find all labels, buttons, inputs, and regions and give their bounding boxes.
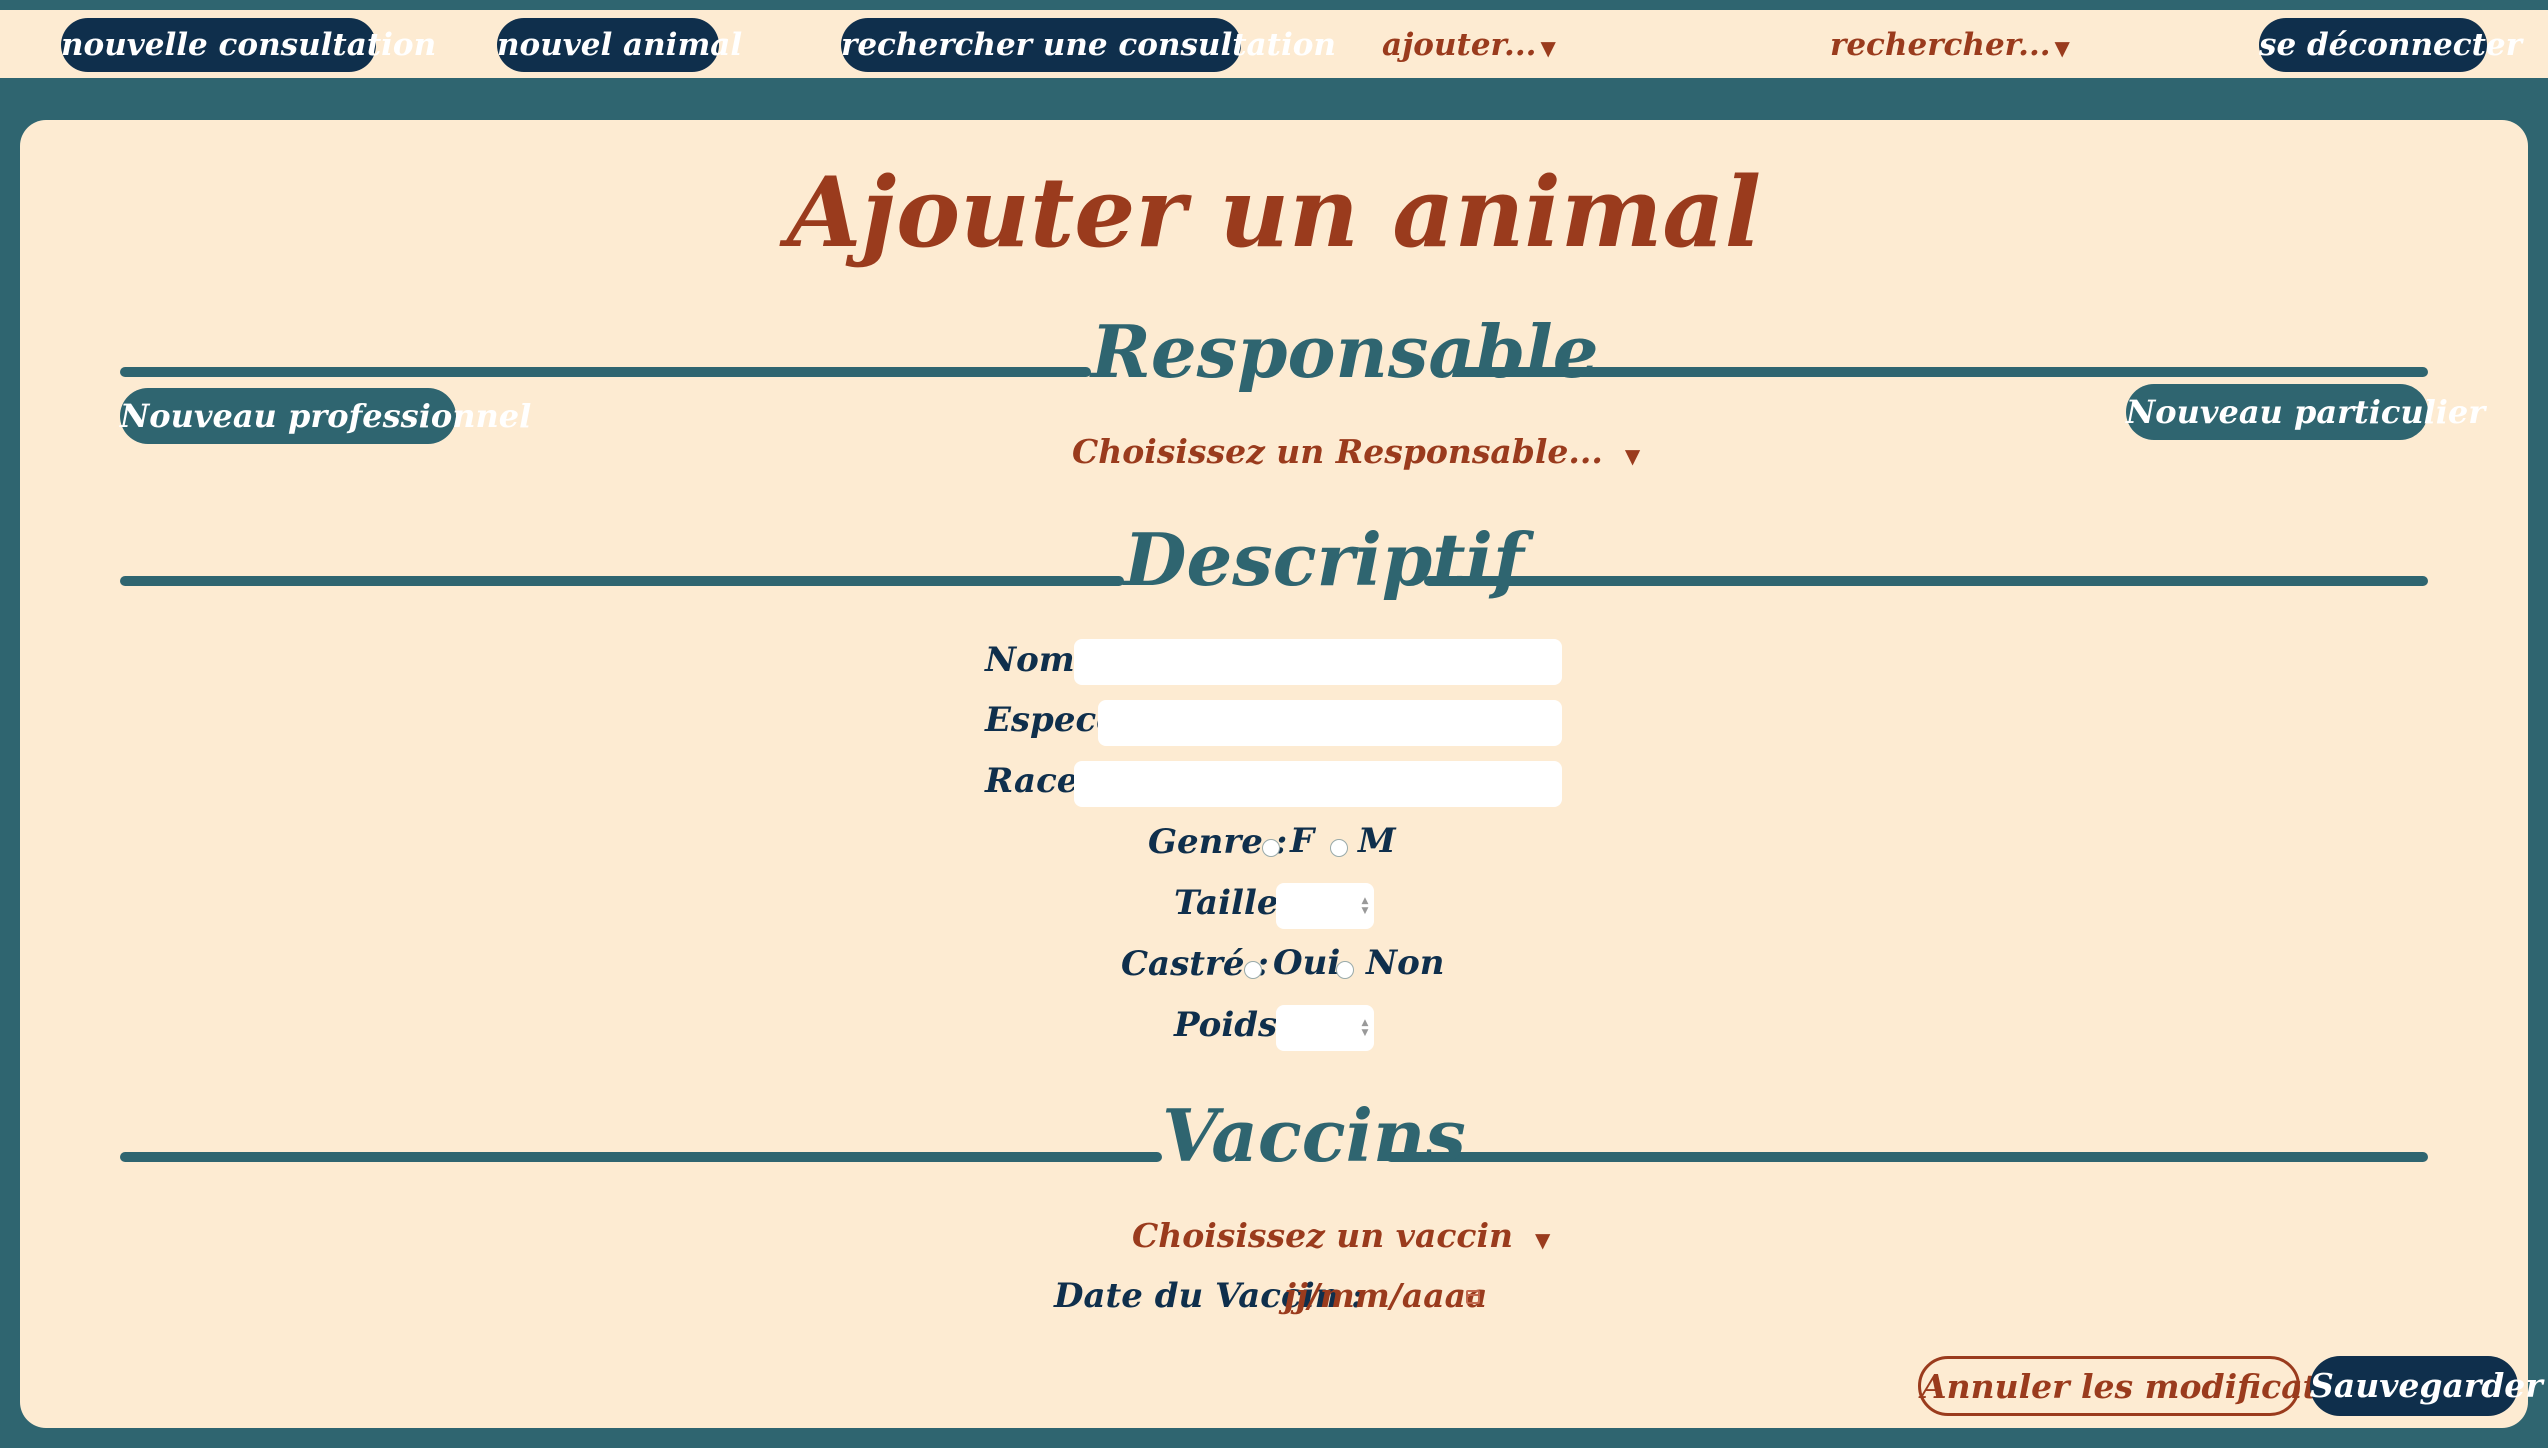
section-divider — [1424, 576, 2428, 586]
add-animal-card: Ajouter un animal Responsable Nouveau pr… — [20, 120, 2543, 1428]
top-border — [0, 0, 2548, 10]
vaccine-date-input[interactable]: jj/mm/aaaa — [1284, 1276, 1487, 1315]
save-button[interactable]: Sauvegarder — [2310, 1356, 2543, 1416]
neutered-no-label: Non — [1366, 943, 1445, 983]
name-input[interactable] — [1074, 639, 1562, 685]
responsable-select[interactable]: Choisissez un Responsable... ▼ — [1072, 432, 1640, 471]
neutered-yes-radio[interactable] — [1244, 961, 1262, 979]
nav-search-dropdown[interactable]: rechercher... ▼ — [1830, 18, 2070, 72]
vaccine-select-value: Choisissez un vaccin — [1132, 1216, 1514, 1255]
nav-new-consultation-button[interactable]: nouvelle consultation — [61, 18, 436, 72]
nav-search-consultation-button[interactable]: rechercher une consultation — [841, 18, 1336, 72]
top-nav-bar: nouvelle consultation nouvel animal rech… — [0, 10, 2548, 78]
nav-add-dropdown[interactable]: ajouter... ▼ — [1382, 18, 1556, 72]
gender-m-radio[interactable] — [1330, 839, 1348, 857]
dropdown-arrow-icon: ▼ — [2054, 36, 2070, 60]
section-title-vaccins: Vaccins — [1162, 1093, 1466, 1178]
section-divider — [1386, 1152, 2428, 1162]
calendar-icon[interactable] — [1466, 1290, 1480, 1304]
spinner-icon[interactable]: ▲ ▼ — [1360, 896, 1370, 916]
gender-m-label: M — [1358, 821, 1396, 861]
responsable-select-value: Choisissez un Responsable... — [1072, 432, 1603, 471]
dropdown-arrow-icon: ▼ — [1535, 1228, 1551, 1252]
dropdown-arrow-icon: ▼ — [1540, 36, 1556, 60]
section-divider — [120, 1152, 1162, 1162]
dropdown-arrow-icon: ▼ — [1624, 444, 1641, 468]
species-input[interactable] — [1098, 700, 1562, 746]
neutered-no-radio[interactable] — [1336, 961, 1354, 979]
section-title-responsable: Responsable — [1091, 309, 1599, 394]
weight-input[interactable]: ▲ ▼ — [1276, 1005, 1374, 1051]
section-divider — [1457, 367, 2428, 377]
logout-button[interactable]: se déconnecter — [2259, 18, 2522, 72]
page-title: Ajouter un animal — [786, 156, 1762, 269]
section-title-descriptif: Descriptif — [1124, 517, 1524, 602]
nav-search-label: rechercher... — [1830, 27, 2051, 63]
vaccine-select[interactable]: Choisissez un vaccin ▼ — [1132, 1216, 1550, 1255]
breed-input[interactable] — [1074, 761, 1562, 807]
gender-f-label: F — [1290, 821, 1315, 861]
spinner-icon[interactable]: ▲ ▼ — [1360, 1018, 1370, 1038]
section-divider — [120, 367, 1091, 377]
cancel-changes-button[interactable]: Annuler les modifications — [1918, 1356, 2395, 1416]
nav-add-label: ajouter... — [1382, 27, 1537, 63]
gender-f-radio[interactable] — [1262, 839, 1280, 857]
section-divider — [120, 576, 1124, 586]
new-professional-button[interactable]: Nouveau professionnel — [120, 388, 531, 444]
neutered-yes-label: Oui — [1273, 943, 1341, 983]
nav-new-animal-button[interactable]: nouvel animal — [497, 18, 742, 72]
new-private-owner-button[interactable]: Nouveau particulier — [2126, 384, 2485, 440]
size-input[interactable]: ▲ ▼ — [1276, 883, 1374, 929]
